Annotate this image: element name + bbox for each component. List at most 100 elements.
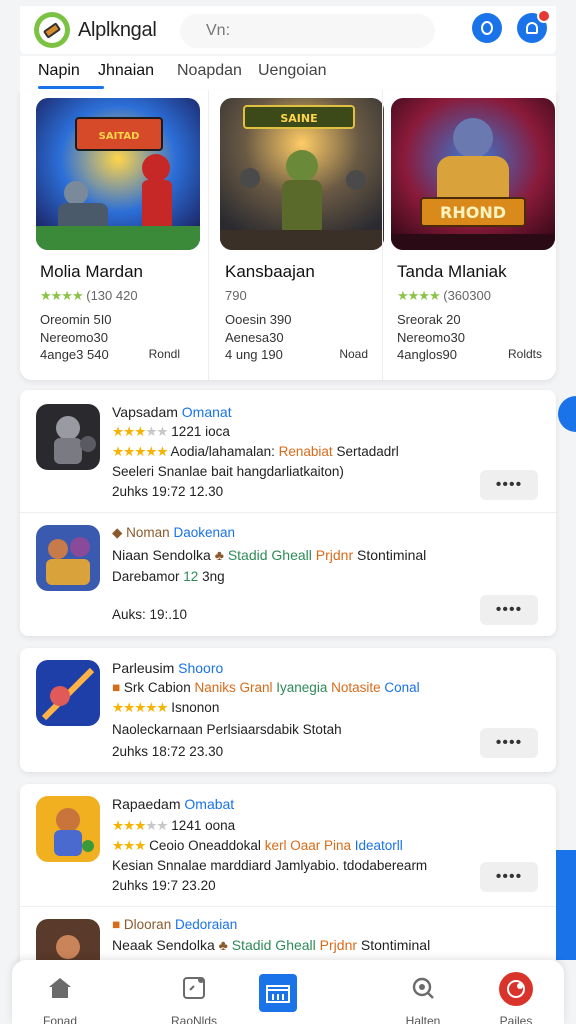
category-icon: ■ xyxy=(112,680,121,695)
app-list-card: Rapaedam Omabat ★★★★★ 1241 oona ★★★ Ceoi… xyxy=(20,784,556,985)
featured-title[interactable]: Molia Mardan xyxy=(40,262,143,282)
publisher-badge: Omanat xyxy=(181,404,232,420)
nav-home[interactable]: Fonad xyxy=(15,960,105,1024)
app-logo[interactable] xyxy=(34,12,70,48)
tab-noapdan[interactable]: Noapdan xyxy=(177,62,242,80)
active-tab-indicator xyxy=(38,86,104,89)
category-tabs: Napin Jhnaian Noapdan Uengoian xyxy=(20,56,556,90)
tab-napin[interactable]: Napin xyxy=(38,62,80,80)
featured-tag: Roldts xyxy=(507,347,542,361)
list-item[interactable]: ◆ Noman Daokenan Niaan Sendolka ♣ Stadid… xyxy=(20,512,556,636)
search-icon xyxy=(409,974,437,1002)
nav-label: RaoNlds xyxy=(170,1014,218,1024)
featured-title[interactable]: Tanda Mlaniak xyxy=(397,262,507,282)
tab-jhnaian[interactable]: Jhnaian xyxy=(98,62,154,80)
stat-line: Ooesin 390 xyxy=(225,312,292,327)
store-icon xyxy=(259,974,297,1012)
app-icon[interactable] xyxy=(36,796,100,862)
app-icon[interactable] xyxy=(36,404,100,470)
stat-line: 4 ung 190 xyxy=(225,347,283,362)
tag-icon: ♣ xyxy=(218,937,228,953)
search-bar[interactable] xyxy=(180,14,435,48)
app-description: Seeleri Snanlae bait hangdarliatkaiton) xyxy=(112,464,344,479)
bell-icon xyxy=(526,22,538,34)
app-title[interactable]: Rapaedam xyxy=(112,796,181,812)
list-item[interactable]: Parleusim Shooro ■ Srk Cabion Naniks Gra… xyxy=(20,648,556,772)
app-list-card: Vapsadam Omanat ★★★★★ 1221 ioca ★★★★★ Ao… xyxy=(20,390,556,636)
svg-text:RHOND: RHOND xyxy=(440,203,506,222)
profile-icon xyxy=(499,972,533,1006)
more-button[interactable]: •••• xyxy=(480,862,538,892)
stat-line: 4anglos90 xyxy=(397,347,457,362)
app-meta: Auks: 19:.10 xyxy=(112,607,188,622)
tag-row: ■ Srk Cabion Naniks Granl Iyanegia Notas… xyxy=(112,680,420,695)
tag-row: ★★★ Ceoio Oneaddokal kerl Oaar Pina Idea… xyxy=(112,838,403,853)
tag-row: Neaak Sendolka ♣ Stadid Gheall Prjdnr St… xyxy=(112,937,431,953)
featured-thumbnail[interactable]: SAITAD xyxy=(36,98,200,250)
app-description: Kesian Snnalae marddiard Jamlyabio. tdod… xyxy=(112,858,428,873)
app-meta: 2uhks 19:7 23.20 xyxy=(112,878,216,893)
side-tab-button[interactable] xyxy=(558,396,576,432)
more-button[interactable]: •••• xyxy=(480,728,538,758)
nav-label: Halten xyxy=(405,1014,441,1024)
nav-apps[interactable]: RaoNlds xyxy=(149,960,239,1024)
featured-card[interactable]: RHOND Tanda Mlaniak ★★★★ (360300 Sreorak… xyxy=(382,90,555,380)
star-rating-icon: ★★★★★ xyxy=(112,444,169,459)
rating-row: ★★★★ (130 420 xyxy=(40,288,138,303)
stat-line: Nereomo30 xyxy=(40,330,108,345)
star-rating-icon: ★★★★★ xyxy=(112,424,169,439)
star-rating-icon: ★★★ xyxy=(112,838,146,853)
rating-row: ★★★★ (360300 xyxy=(397,288,491,303)
featured-thumbnail[interactable]: SAINE xyxy=(220,98,384,250)
stat-line: Nereomo30 xyxy=(397,330,465,345)
rating-row: ★★★★★ 1241 oona xyxy=(112,818,236,833)
bottom-navigation: Fonad RaoNlds Halten Pailes xyxy=(12,960,564,1024)
notification-badge xyxy=(537,9,551,23)
star-rating-icon: ★★★★ xyxy=(397,288,441,303)
publisher-badge: Omabat xyxy=(184,796,235,812)
list-item[interactable]: Vapsadam Omanat ★★★★★ 1221 ioca ★★★★★ Ao… xyxy=(20,390,556,512)
featured-tag: Noad xyxy=(339,347,368,361)
list-item[interactable]: Rapaedam Omabat ★★★★★ 1241 oona ★★★ Ceoi… xyxy=(20,784,556,906)
more-button[interactable]: •••• xyxy=(480,470,538,500)
nav-store[interactable] xyxy=(233,960,323,1024)
featured-card[interactable]: SAITAD Molia Mardan ★★★★ (130 420 Oreomi… xyxy=(20,90,200,380)
app-list-card: Parleusim Shooro ■ Srk Cabion Naniks Gra… xyxy=(20,648,556,772)
publisher-badge: Daokenan xyxy=(173,525,236,540)
tag-row: Niaan Sendolka ♣ Stadid Gheall Prjdnr St… xyxy=(112,547,427,563)
rating-row: 790 xyxy=(225,288,247,303)
app-icon[interactable] xyxy=(36,525,100,591)
apps-icon xyxy=(180,974,208,1002)
notifications-button[interactable] xyxy=(517,9,551,43)
logo-mark-icon xyxy=(42,21,62,39)
nav-profile[interactable]: Pailes xyxy=(471,960,561,1024)
featured-tag: Rondl xyxy=(148,347,180,361)
app-title[interactable]: Dlooran xyxy=(124,917,171,932)
tab-uengoian[interactable]: Uengoian xyxy=(258,62,327,80)
publisher-badge: Dedoraian xyxy=(174,917,238,932)
stat-line: Oreomin 5I0 xyxy=(40,312,112,327)
app-icon[interactable] xyxy=(36,660,100,726)
svg-text:SAITAD: SAITAD xyxy=(99,131,140,142)
app-title[interactable]: Parleusim xyxy=(112,660,174,676)
publisher-badge: Shooro xyxy=(178,660,224,676)
side-scroll-strip[interactable] xyxy=(556,850,576,960)
rating-row: ★★★★★ 1221 ioca xyxy=(112,424,230,439)
app-title[interactable]: Vapsadam xyxy=(112,404,178,420)
featured-thumbnail[interactable]: RHOND xyxy=(391,98,555,250)
account-button[interactable] xyxy=(472,13,502,43)
featured-card[interactable]: SAINE Kansbaajan 790 Ooesin 390 Aenesa30… xyxy=(208,90,384,380)
rating-row: ★★★★★ Isnonon xyxy=(112,700,220,715)
nav-label: Fonad xyxy=(42,1014,78,1024)
stat-line: Sreorak 20 xyxy=(397,312,461,327)
more-button[interactable]: •••• xyxy=(480,595,538,625)
app-title[interactable]: Noman xyxy=(126,525,170,540)
circle-icon xyxy=(481,21,493,35)
star-rating-icon: ★★★★★ xyxy=(112,700,169,715)
search-input[interactable] xyxy=(206,22,406,40)
category-icon: ◆ xyxy=(112,525,123,540)
star-rating-icon: ★★★★★ xyxy=(112,818,169,833)
featured-title[interactable]: Kansbaajan xyxy=(225,262,315,282)
app-meta: 2uhks 18:72 23.30 xyxy=(112,744,224,759)
nav-search[interactable]: Halten xyxy=(378,960,468,1024)
